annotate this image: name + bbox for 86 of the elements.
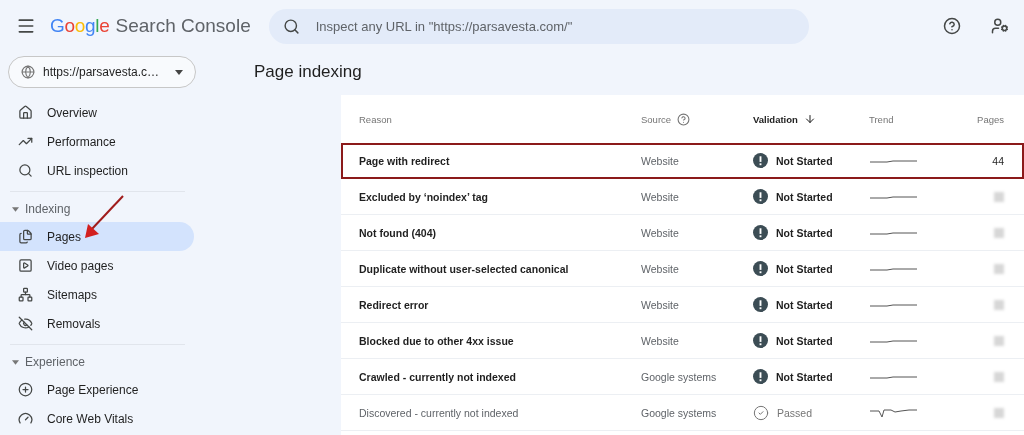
nav-item[interactable]: Removals [0,309,194,338]
table-row[interactable]: Not found (404) Website Not Started [341,215,1024,251]
status-text: Not Started [776,262,833,275]
caret-icon [12,359,19,365]
blurred-count [994,335,1004,346]
column-header[interactable]: Pages [961,113,1004,125]
status-text: Not Started [776,154,833,167]
reason-cell-text: Discovered - currently not indexed [359,406,520,419]
table-row[interactable]: Discovered - currently not indexed Google systems Passed [341,395,1024,431]
search-field[interactable]: Inspect any URL in "https://parsavesta.com/" [313,17,795,35]
reason-cell-text: Page with redirect [359,154,451,167]
column-header[interactable]: Trend [869,113,961,125]
table-row[interactable]: Redirect error Website Not Started [341,287,1024,323]
table-row[interactable]: Page with redirect Website Not Started 44 [341,143,1024,179]
reason-cell-text: Excluded by ‘noindex’ tag [359,190,489,203]
source-cell-text: Website [641,226,680,239]
source-cell-text: Google systems [641,406,718,419]
status-text: Not Started [776,334,833,347]
status-text: Not Started [776,298,833,311]
table-row[interactable]: Blocked due to other 4xx issue Website Not Started [341,323,1024,359]
check-icon [753,404,769,421]
pages-count: 44 [991,154,1004,167]
sort-arrow-icon [803,113,816,125]
exclamation-icon [753,369,768,384]
exclamation-icon [753,297,768,312]
plus-circle-icon [18,382,33,397]
exclamation-icon [753,189,768,204]
status-text: Not Started [776,370,833,383]
source-cell-text: Website [641,262,680,275]
blurred-count [994,191,1004,202]
blurred-count [994,227,1004,238]
app-logo[interactable]: Google Search Console [50,14,251,38]
pages-icon [18,229,33,244]
gauge-icon [18,411,33,426]
reason-cell-text: Duplicate without user-selected canonical [359,262,570,275]
reason-cell-text: Not found (404) [359,226,437,239]
search-bar[interactable]: Inspect any URL in "https://parsavesta.com/" [268,8,809,44]
table-row[interactable]: Duplicate without user-selected canonical Website Not Started [341,251,1024,287]
nav-item[interactable]: URL inspection [0,156,194,185]
home-icon [18,105,33,120]
caret-icon [175,69,183,75]
table-row[interactable]: Excluded by ‘noindex’ tag Website Not Started [341,179,1024,215]
source-cell-text: Website [641,154,680,167]
nav-item[interactable]: Overview [0,98,194,127]
section-header[interactable]: Indexing [0,196,250,222]
column-header[interactable]: Reason [359,113,641,125]
trend-sparkline [869,406,918,419]
source-cell-text: Website [641,334,680,347]
blurred-count [994,407,1004,418]
eye-off-icon [18,316,33,331]
table-row[interactable]: Crawled - currently not indexed Google systems Not Started [341,359,1024,395]
help-icon [677,112,691,126]
column-header[interactable]: Source [641,112,753,126]
exclamation-icon [753,333,768,348]
exclamation-icon [753,261,768,276]
nav-item[interactable]: Page Experience [0,375,194,404]
page-title: Page indexing [254,62,362,82]
source-cell-text: Website [641,190,680,203]
status-text: Passed [777,406,813,419]
search-icon [282,17,300,35]
annotation-arrow [83,194,125,240]
nav-item[interactable]: Performance [0,127,194,156]
blurred-count [994,299,1004,310]
source-cell-text: Google systems [641,370,718,383]
source-cell-text: Website [641,298,680,311]
section-header[interactable]: Experience [0,349,250,375]
status-text: Not Started [776,226,833,239]
exclamation-icon [753,153,768,168]
search-icon [18,163,33,178]
nav-item[interactable]: Core Web Vitals [0,404,194,433]
property-selector[interactable]: https://parsavesta.c… [8,56,196,88]
column-header[interactable]: Validation [753,113,869,125]
blurred-count [994,371,1004,382]
nav-item[interactable]: Video pages [0,251,194,280]
caret-icon [12,206,19,212]
nav-item[interactable]: Sitemaps [0,280,194,309]
exclamation-icon [753,225,768,240]
video-icon [18,258,33,273]
sitemap-icon [18,287,33,302]
blurred-count [994,263,1004,274]
reason-cell-text: Blocked due to other 4xx issue [359,334,515,347]
status-text: Not Started [776,190,833,203]
globe-icon [21,65,35,79]
reason-cell-text: Crawled - currently not indexed [359,370,517,383]
nav-item[interactable]: Pages [0,222,194,251]
reason-cell-text: Redirect error [359,298,430,311]
